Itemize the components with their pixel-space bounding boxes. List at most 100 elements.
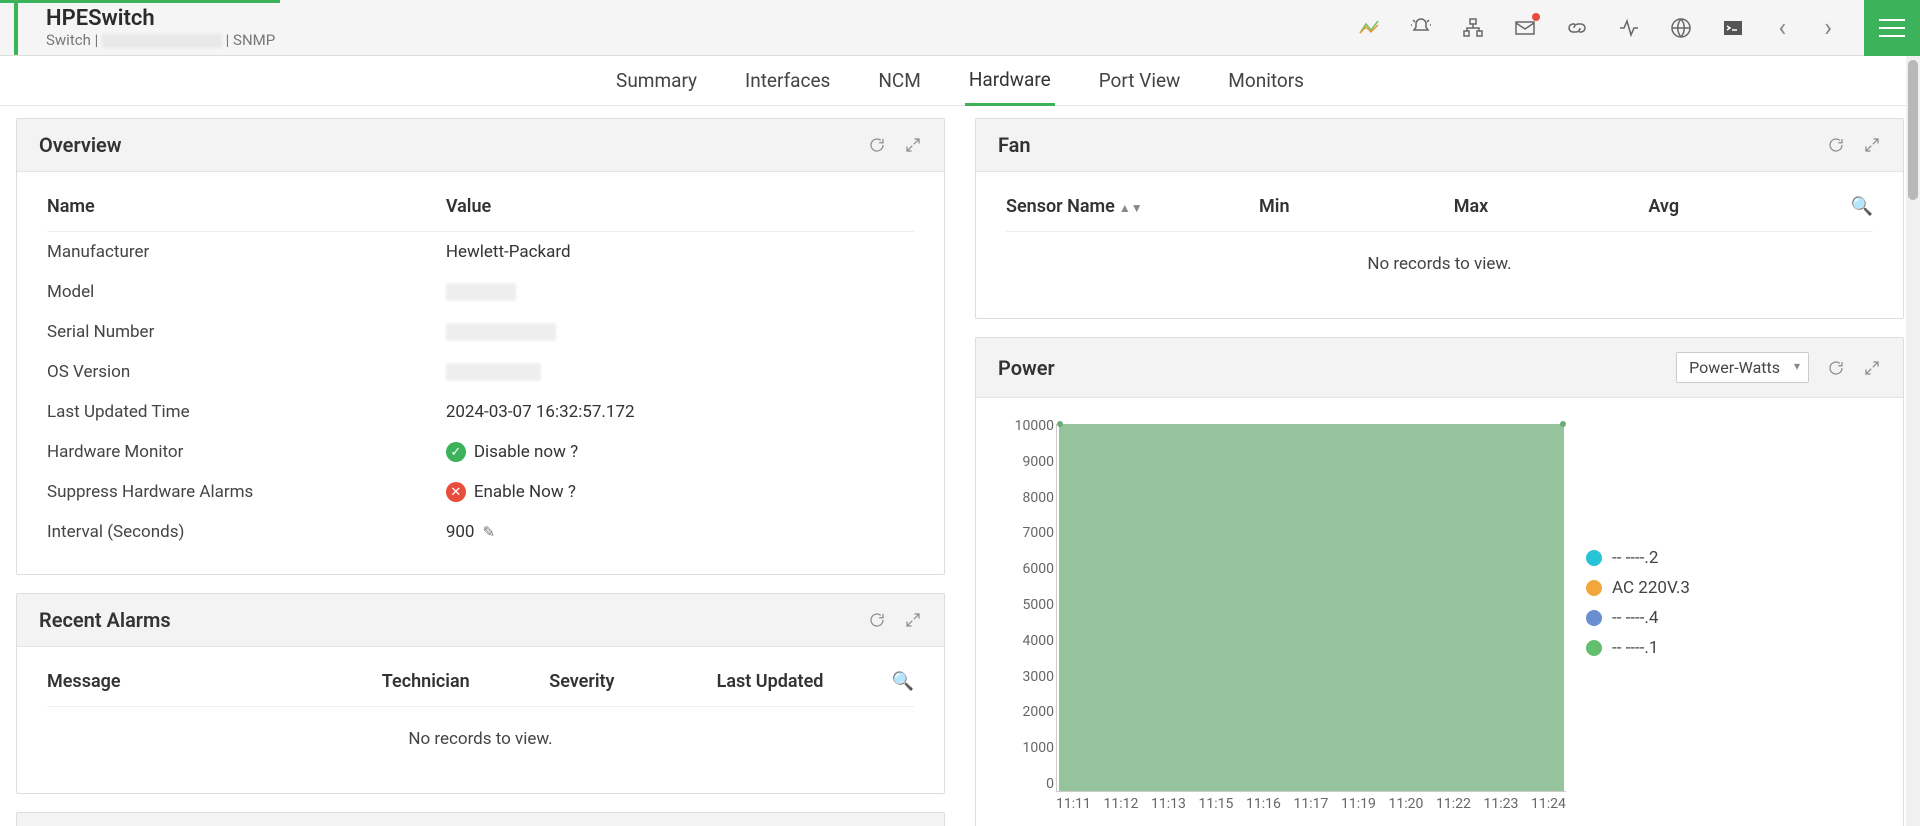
- alarms-col-severity[interactable]: Severity: [549, 671, 716, 692]
- top-bar: HPESwitch Switch | | SNMP ‹ ›: [0, 0, 1920, 56]
- title-block: HPESwitch Switch | | SNMP: [14, 0, 293, 55]
- area-fill: [1059, 424, 1564, 791]
- fan-title: Fan: [998, 133, 1031, 157]
- link-icon[interactable]: [1564, 15, 1590, 41]
- data-point-icon: [1560, 421, 1566, 427]
- mail-icon[interactable]: [1512, 15, 1538, 41]
- legend-label: -- ----.2: [1612, 548, 1658, 568]
- chart-icon[interactable]: [1356, 15, 1382, 41]
- x-axis-ticks: 11:1111:1211:1311:1511:1611:1711:1911:20…: [1056, 796, 1566, 818]
- tabs: Summary Interfaces NCM Hardware Port Vie…: [0, 56, 1920, 106]
- sensor-info-panel-head: Sensor Info: [16, 812, 945, 826]
- scroll-thumb[interactable]: [1908, 60, 1918, 200]
- overview-col-value: Value: [446, 196, 914, 217]
- alarms-panel: Recent Alarms Message Technician Severit…: [16, 593, 945, 794]
- tab-port-view[interactable]: Port View: [1095, 57, 1185, 104]
- globe-icon[interactable]: [1668, 15, 1694, 41]
- redacted-ip: [102, 34, 222, 48]
- tab-interfaces[interactable]: Interfaces: [741, 57, 834, 104]
- edit-icon[interactable]: ✎: [482, 523, 495, 541]
- fan-col-name[interactable]: Sensor Name▲▼: [1006, 196, 1259, 217]
- alarms-col-technician[interactable]: Technician: [382, 671, 549, 692]
- updated-value: 2024-03-07 16:32:57.172: [446, 402, 914, 422]
- alarms-no-records: No records to view.: [47, 707, 914, 771]
- os-label: OS Version: [47, 362, 446, 382]
- model-label: Model: [47, 282, 446, 302]
- refresh-icon[interactable]: [1827, 136, 1845, 154]
- refresh-icon[interactable]: [868, 611, 886, 629]
- activity-icon[interactable]: [1616, 15, 1642, 41]
- manufacturer-value: Hewlett-Packard: [446, 242, 914, 262]
- interval-label: Interval (Seconds): [47, 522, 446, 542]
- legend-dot-icon: [1586, 640, 1602, 656]
- mail-badge-dot: [1532, 13, 1540, 21]
- right-column: Fan Sensor Name▲▼ Min Max Avg 🔍 No recor…: [975, 118, 1904, 814]
- alarms-title: Recent Alarms: [39, 608, 171, 632]
- overview-col-name: Name: [47, 196, 446, 217]
- suppress-link[interactable]: Enable Now ?: [474, 482, 576, 502]
- fan-col-min[interactable]: Min: [1259, 196, 1454, 217]
- tab-hardware[interactable]: Hardware: [965, 56, 1055, 106]
- legend-dot-icon: [1586, 580, 1602, 596]
- tab-ncm[interactable]: NCM: [874, 57, 925, 104]
- manufacturer-label: Manufacturer: [47, 242, 446, 262]
- serial-value: [446, 322, 914, 342]
- power-panel: Power Power-Watts 1000090008000700060005…: [975, 337, 1904, 826]
- refresh-icon[interactable]: [868, 136, 886, 154]
- content: Overview Name Value ManufacturerHewlett-…: [0, 106, 1920, 826]
- expand-icon[interactable]: [904, 136, 922, 154]
- expand-icon[interactable]: [1863, 136, 1881, 154]
- power-title: Power: [998, 356, 1055, 380]
- topology-icon[interactable]: [1460, 15, 1486, 41]
- model-value: [446, 282, 914, 302]
- cross-icon: ✕: [446, 482, 466, 502]
- hwmon-label: Hardware Monitor: [47, 442, 446, 462]
- legend-item[interactable]: -- ----.1: [1586, 638, 1690, 658]
- interval-value: 900: [446, 522, 475, 542]
- hwmon-link[interactable]: Disable now ?: [474, 442, 578, 462]
- suppress-label: Suppress Hardware Alarms: [47, 482, 446, 502]
- top-icons: ‹ ›: [1356, 0, 1920, 56]
- alert-bell-icon[interactable]: [1408, 15, 1434, 41]
- legend-item[interactable]: -- ----.4: [1586, 608, 1690, 628]
- search-icon[interactable]: 🔍: [1843, 196, 1873, 217]
- legend-dot-icon: [1586, 550, 1602, 566]
- terminal-icon[interactable]: [1720, 15, 1746, 41]
- fan-col-avg[interactable]: Avg: [1648, 196, 1843, 217]
- serial-label: Serial Number: [47, 322, 446, 342]
- page-subtitle: Switch | | SNMP: [46, 31, 275, 49]
- legend-label: -- ----.1: [1612, 638, 1658, 658]
- legend-item[interactable]: AC 220V.3: [1586, 578, 1690, 598]
- refresh-icon[interactable]: [1827, 359, 1845, 377]
- check-icon: ✓: [446, 442, 466, 462]
- legend-item[interactable]: -- ----.2: [1586, 548, 1690, 568]
- fan-no-records: No records to view.: [1006, 232, 1873, 296]
- chart-area[interactable]: 1000090008000700060005000400030002000100…: [996, 418, 1566, 818]
- power-unit-dropdown[interactable]: Power-Watts: [1676, 352, 1809, 383]
- legend-label: AC 220V.3: [1612, 578, 1690, 598]
- power-chart: 1000090008000700060005000400030002000100…: [976, 398, 1903, 826]
- page-title: HPESwitch: [46, 6, 275, 31]
- data-point-icon: [1057, 421, 1063, 427]
- tab-monitors[interactable]: Monitors: [1224, 57, 1308, 104]
- os-value: [446, 362, 914, 382]
- legend-label: -- ----.4: [1612, 608, 1658, 628]
- fan-panel: Fan Sensor Name▲▼ Min Max Avg 🔍 No recor…: [975, 118, 1904, 319]
- sort-icon: ▲▼: [1119, 201, 1143, 215]
- y-axis-ticks: 1000090008000700060005000400030002000100…: [996, 418, 1054, 792]
- alarms-col-updated[interactable]: Last Updated: [717, 671, 884, 692]
- chart-legend: -- ----.2 AC 220V.3 -- ----.4 -- ----.1: [1586, 418, 1690, 818]
- expand-icon[interactable]: [1863, 359, 1881, 377]
- prev-icon[interactable]: ‹: [1772, 13, 1792, 43]
- tab-summary[interactable]: Summary: [612, 57, 701, 104]
- scrollbar[interactable]: [1906, 56, 1920, 826]
- overview-title: Overview: [39, 133, 122, 157]
- alarms-col-message[interactable]: Message: [47, 671, 382, 692]
- left-column: Overview Name Value ManufacturerHewlett-…: [16, 118, 945, 814]
- next-icon[interactable]: ›: [1818, 13, 1838, 43]
- plot-area: [1056, 424, 1566, 792]
- search-icon[interactable]: 🔍: [884, 671, 914, 692]
- fan-col-max[interactable]: Max: [1454, 196, 1649, 217]
- expand-icon[interactable]: [904, 611, 922, 629]
- menu-button[interactable]: [1864, 0, 1920, 56]
